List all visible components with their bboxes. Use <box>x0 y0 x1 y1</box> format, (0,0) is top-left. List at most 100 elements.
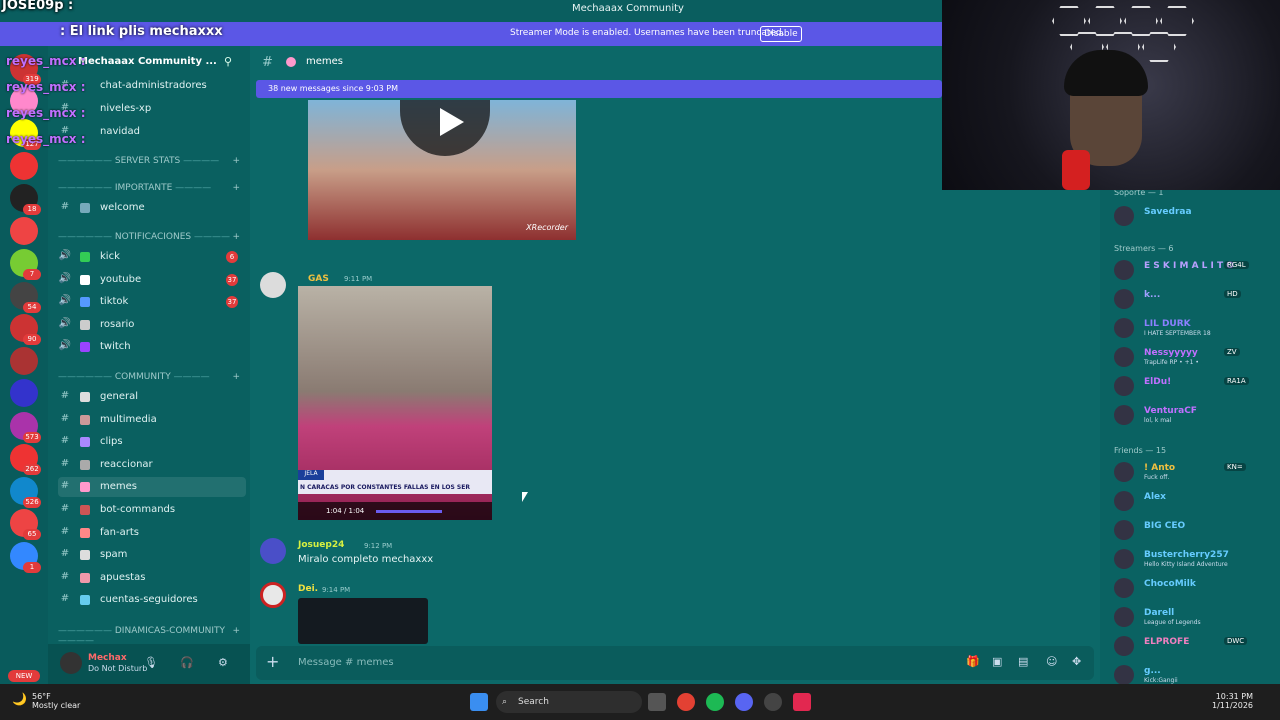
server-name[interactable]: Mechaaax Community ... <box>78 56 217 67</box>
emoji-icon[interactable]: ☺ <box>1046 655 1057 668</box>
message-author[interactable]: Josuep24 <box>298 540 344 550</box>
channel-item[interactable]: # navidad <box>58 122 246 142</box>
add-member-icon[interactable]: ⚲ <box>224 55 232 68</box>
channel-item[interactable]: # bot-commands <box>58 500 246 520</box>
gift-icon[interactable]: 🎁 <box>966 655 980 668</box>
channel-category[interactable]: —————— NOTIFICACIONES ———— + <box>58 232 246 242</box>
channel-item[interactable]: # niveles-xp <box>58 99 246 119</box>
channel-category[interactable]: —————— SERVER STATS ———— + <box>58 156 246 166</box>
member-item[interactable]: Alex <box>1114 489 1274 513</box>
channel-item[interactable]: # reaccionar <box>58 455 246 475</box>
channel-item[interactable]: # fan-arts <box>58 523 246 543</box>
disable-streamer-mode-button[interactable]: Disable <box>760 26 802 42</box>
new-messages-banner[interactable]: 38 new messages since 9:03 PM <box>256 80 942 98</box>
server-icon[interactable]: 1 <box>10 541 41 573</box>
server-icon[interactable]: 65 <box>10 509 41 540</box>
chrome-icon[interactable] <box>677 693 695 711</box>
task-view-icon[interactable] <box>648 693 666 711</box>
server-icon[interactable]: 262 <box>10 444 41 475</box>
message-input[interactable]: + Message # memes 🎁 ▣ ▤ ☺ ✥ <box>256 646 1094 680</box>
image-embed[interactable] <box>298 598 428 644</box>
windows-start-icon[interactable] <box>470 693 488 711</box>
video-embed[interactable]: XRecorder <box>308 100 576 240</box>
weather-widget[interactable]: 56°F Mostly clear <box>32 692 80 710</box>
server-icon[interactable]: 7 <box>10 249 41 280</box>
channel-item[interactable]: # clips <box>58 432 246 452</box>
channel-item[interactable]: 🔊 youtube 37 <box>58 270 246 290</box>
channel-item[interactable]: # welcome <box>58 198 246 218</box>
member-item[interactable]: BIG CEO <box>1114 518 1274 542</box>
hex-light <box>1142 32 1176 62</box>
channel-category[interactable]: —————— DINAMICAS-COMMUNITY ———— + <box>58 626 246 646</box>
tiktok-icon[interactable] <box>793 693 811 711</box>
member-item[interactable]: ElDu! RA1A <box>1114 374 1274 398</box>
member-item[interactable]: k... HD <box>1114 287 1274 311</box>
apps-icon[interactable]: ✥ <box>1072 655 1081 668</box>
member-item[interactable]: E S K I M A L I T O RG4L <box>1114 258 1274 282</box>
avatar[interactable] <box>60 652 82 674</box>
video-controls[interactable]: 1:04 / 1:04 <box>298 502 492 520</box>
member-name: Alex <box>1144 492 1166 502</box>
server-icon[interactable]: 526 <box>10 476 41 508</box>
server-icon[interactable] <box>10 216 38 245</box>
gif-icon[interactable]: ▣ <box>992 655 1002 668</box>
headphones-icon[interactable]: 🎧 <box>180 656 194 669</box>
message-author[interactable]: GAS <box>308 274 329 284</box>
member-name: Darell <box>1144 608 1175 618</box>
gear-icon[interactable]: ⚙ <box>218 656 228 669</box>
channel-item[interactable]: # cuentas-seguidores <box>58 590 246 610</box>
taskbar-search[interactable]: ⌕ Search <box>496 691 642 713</box>
avatar[interactable] <box>260 538 286 564</box>
member-item[interactable]: Savedraa <box>1114 204 1274 228</box>
server-badge: 54 <box>23 301 41 313</box>
channel-item[interactable]: # general <box>58 387 246 407</box>
member-item[interactable]: Bustercherry257 Hello Kitty Island Advent… <box>1114 547 1274 571</box>
member-item[interactable]: Darell League of Legends <box>1114 605 1274 629</box>
member-item[interactable]: ! Anto KN= Fuck off. <box>1114 460 1274 484</box>
streamer-mode-message: Streamer Mode is enabled. Usernames have… <box>510 28 785 38</box>
channel-category[interactable]: —————— COMMUNITY ———— + <box>58 372 246 382</box>
channel-emoji-icon <box>80 550 90 561</box>
server-icon[interactable] <box>10 379 38 407</box>
channel-item[interactable]: # chat-administradores <box>58 76 246 96</box>
member-item[interactable]: Nessyyyyy ZV TrapLife RP • +1 • <box>1114 345 1274 369</box>
channel-item[interactable]: 🔊 rosario <box>58 315 246 335</box>
server-icon[interactable]: 18 <box>10 184 41 215</box>
message-author[interactable]: Dei. <box>298 584 318 594</box>
channel-item[interactable]: # memes <box>58 477 246 498</box>
app-icon[interactable] <box>764 693 782 711</box>
channel-category[interactable]: —————— IMPORTANTE ———— + <box>58 183 246 193</box>
channel-emoji-icon <box>80 342 90 353</box>
spotify-icon[interactable] <box>706 693 724 711</box>
plus-icon[interactable]: + <box>266 652 279 671</box>
channel-item[interactable]: 🔊 twitch <box>58 337 246 357</box>
server-icon[interactable] <box>10 151 38 180</box>
channel-item[interactable]: # multimedia <box>58 410 246 430</box>
discord-icon[interactable] <box>735 693 753 711</box>
avatar[interactable] <box>260 582 286 608</box>
member-item[interactable]: ELPROFE DWC <box>1114 634 1274 658</box>
server-icon[interactable] <box>10 346 38 375</box>
sticker-icon[interactable]: ▤ <box>1018 655 1028 668</box>
video-player[interactable]: N CARACAS POR CONSTANTES FALLAS EN LOS S… <box>298 286 492 520</box>
channel-emoji-icon <box>80 392 90 402</box>
server-icon[interactable]: 90 <box>10 314 41 345</box>
server-icon[interactable]: 54 <box>10 281 41 313</box>
message-text: Miralo completo mechaxxx <box>298 554 434 565</box>
member-item[interactable]: ChocoMilk <box>1114 576 1274 600</box>
progress-bar[interactable] <box>376 510 442 513</box>
member-item[interactable]: VenturaCF lol, k mal <box>1114 403 1274 427</box>
new-badge[interactable]: NEW <box>8 670 40 682</box>
avatar <box>1114 289 1134 309</box>
channel-item[interactable]: 🔊 kick 6 <box>58 247 246 267</box>
channel-item[interactable]: 🔊 tiktok 37 <box>58 292 246 312</box>
hash-icon: # <box>60 435 70 447</box>
member-item[interactable]: LIL DURK I HATE SEPTEMBER 18 <box>1114 316 1274 340</box>
channel-label: apuestas <box>100 571 146 583</box>
clock[interactable]: 10:31 PM 1/11/2026 <box>1212 692 1253 710</box>
avatar[interactable] <box>260 272 286 298</box>
microphone-icon[interactable]: 🎙 <box>144 656 158 669</box>
channel-item[interactable]: # spam <box>58 545 246 565</box>
server-icon[interactable]: 573 <box>10 411 41 443</box>
channel-item[interactable]: # apuestas <box>58 568 246 588</box>
